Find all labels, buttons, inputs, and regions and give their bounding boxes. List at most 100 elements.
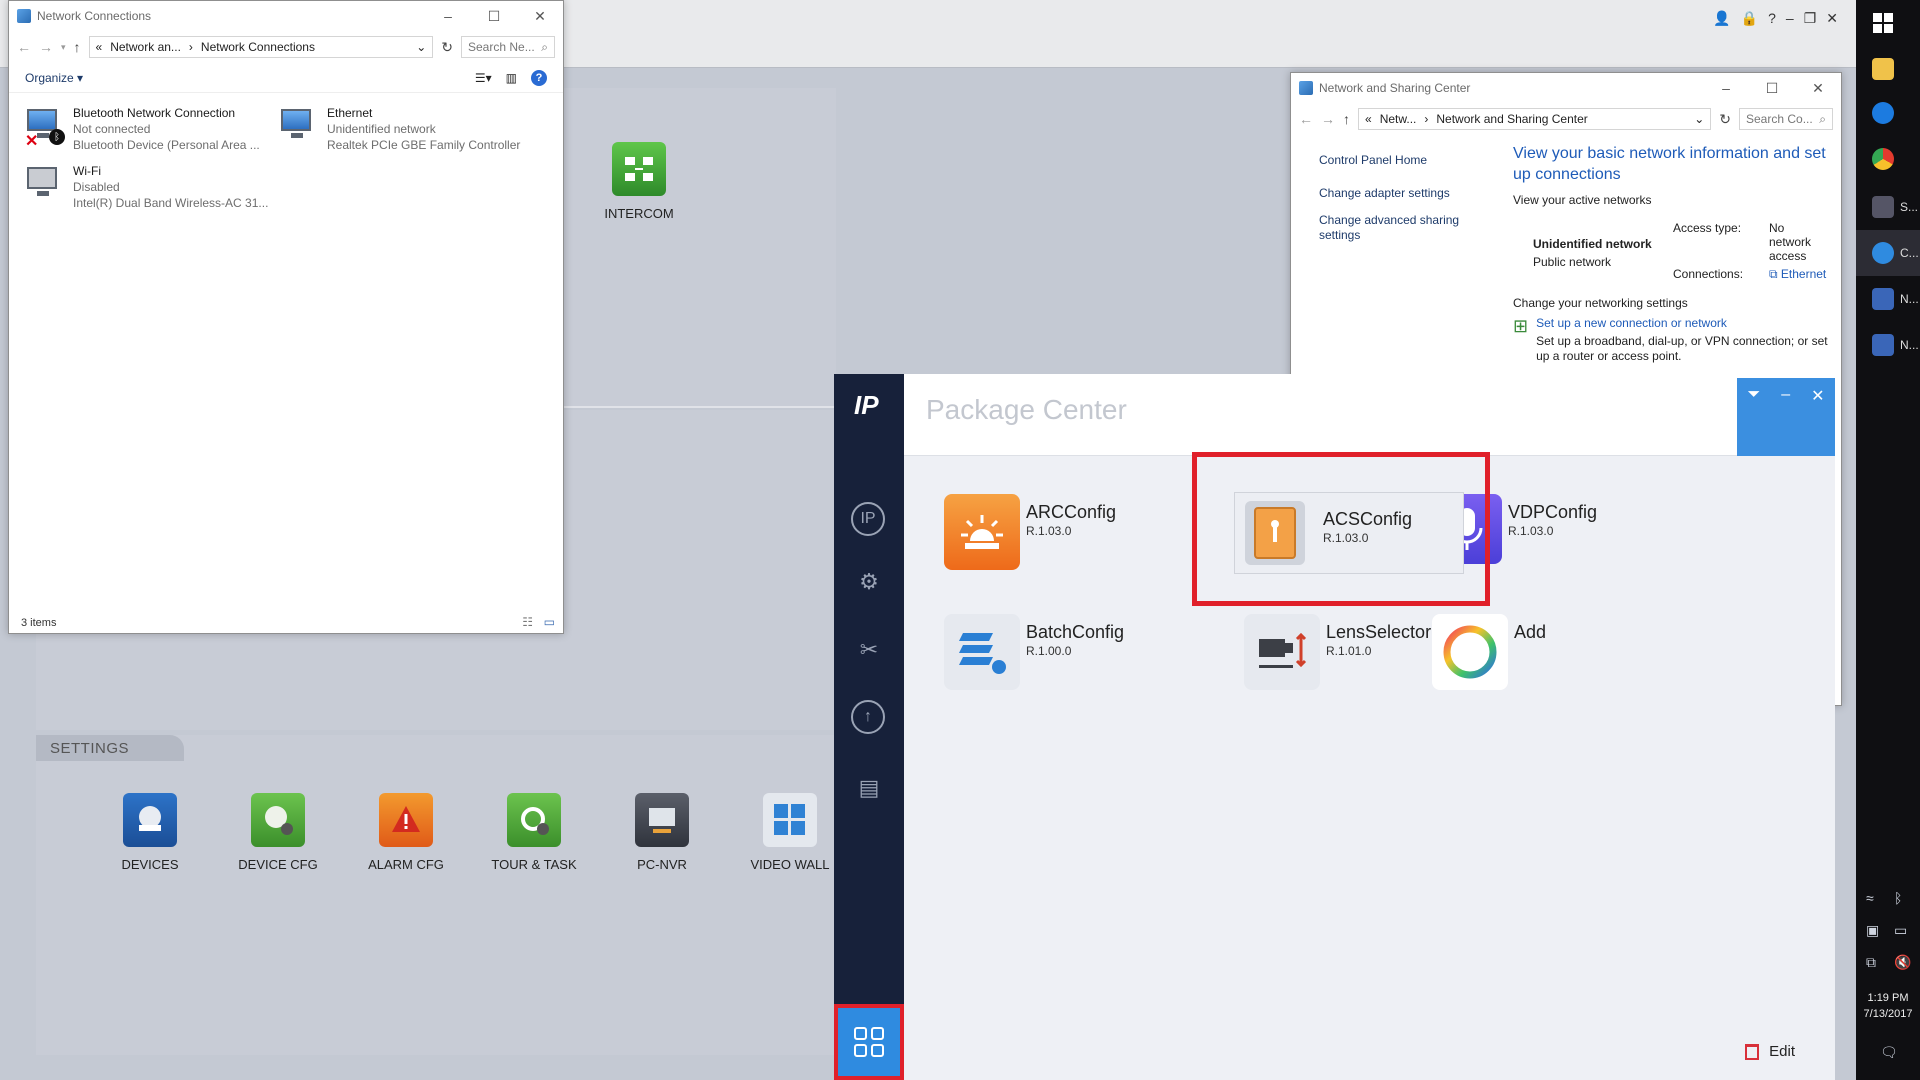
address-row: ← → ↑ « Netw... › Network and Sharing Ce… (1291, 103, 1841, 135)
left-nav: Control Panel Home Change adapter settin… (1319, 153, 1489, 255)
system-clock[interactable]: 1:19 PM 7/13/2017 (1856, 990, 1920, 1022)
upgrade-icon[interactable]: ↑ (851, 700, 885, 734)
package-lensselector[interactable]: LensSelector R.1.01.0 (1244, 614, 1431, 690)
chevron-down-icon[interactable]: ⌄ (1694, 112, 1704, 126)
volume-muted-icon[interactable]: 🔇 (1894, 954, 1911, 971)
taskbar-file-explorer[interactable] (1856, 46, 1920, 92)
refresh-icon[interactable]: ↻ (441, 39, 453, 56)
document-icon[interactable]: ▤ (851, 770, 887, 806)
taskbar-item-4[interactable]: N... (1856, 322, 1920, 368)
package-add[interactable]: Add (1432, 614, 1546, 690)
chevron-down-icon[interactable]: ⌄ (416, 40, 426, 54)
search-input[interactable]: Search Co... ⌕ (1739, 108, 1833, 130)
setup-connection-link[interactable]: Set up a new connection or network (1536, 316, 1833, 330)
restore-icon[interactable]: ❐ (1804, 10, 1817, 27)
connection-bluetooth[interactable]: ✕ ᛒ Bluetooth Network Connection Not conn… (23, 105, 273, 153)
back-icon[interactable]: ← (17, 39, 31, 55)
close-button[interactable]: ✕ (517, 8, 563, 25)
up-icon[interactable]: ↑ (74, 39, 81, 55)
close-icon[interactable]: ✕ (1826, 10, 1838, 27)
package-arcconfig[interactable]: ARCConfig R.1.03.0 (944, 494, 1116, 570)
breadcrumb-part1[interactable]: Netw... (1380, 112, 1417, 126)
settings-header: SETTINGS (36, 735, 184, 761)
large-icons-view-icon[interactable]: ▭ (544, 615, 555, 629)
link-change-adapter-settings[interactable]: Change adapter settings (1319, 186, 1489, 201)
ethernet-tray-icon[interactable]: ⧉ (1866, 954, 1876, 971)
package-center-button[interactable] (834, 1004, 904, 1080)
help-icon[interactable]: ? (1768, 10, 1776, 27)
alarm-light-icon (944, 494, 1020, 570)
title-bar[interactable]: Network and Sharing Center – ☐ ✕ (1291, 73, 1841, 103)
link-change-advanced-sharing[interactable]: Change advanced sharing settings (1319, 213, 1489, 243)
address-bar[interactable]: « Netw... › Network and Sharing Center ⌄ (1358, 108, 1712, 130)
preview-pane-icon[interactable]: ▥ (506, 71, 517, 85)
connection-wifi[interactable]: Wi-Fi Disabled Intel(R) Dual Band Wirele… (23, 163, 273, 211)
ip-config-icon[interactable]: IP (851, 502, 885, 536)
refresh-icon[interactable]: ↻ (1719, 111, 1731, 128)
minimize-button[interactable]: – (425, 8, 471, 25)
settings-item-devices[interactable]: DEVICES (86, 793, 214, 872)
settings-item-device-cfg[interactable]: DEVICE CFG (214, 793, 342, 872)
breadcrumb-part2[interactable]: Network and Sharing Center (1436, 112, 1587, 126)
nsc-main: View your basic network information and … (1513, 143, 1833, 364)
lock-icon[interactable]: 🔒 (1741, 10, 1758, 27)
action-center-icon[interactable]: 🗨 (1880, 1044, 1898, 1061)
package-name: VDPConfig (1508, 502, 1598, 522)
taskbar-edge[interactable] (1856, 90, 1920, 136)
network-adapter-icon (277, 105, 319, 145)
connection-status: Disabled (73, 180, 120, 194)
clock-time: 1:19 PM (1867, 992, 1909, 1004)
close-button[interactable]: ✕ (1811, 386, 1824, 406)
bluetooth-tray-icon[interactable]: ᛒ (1894, 890, 1902, 906)
tray-network-icon[interactable]: ≈ (1866, 890, 1874, 906)
taskbar-item-1[interactable]: S... (1856, 184, 1920, 230)
view-options-icon[interactable]: ☰▾ (475, 71, 492, 85)
start-button[interactable] (1856, 0, 1920, 46)
minimize-icon[interactable]: – (1786, 10, 1794, 27)
user-icon[interactable]: 👤 (1713, 10, 1730, 27)
taskbar-chrome[interactable] (1856, 136, 1920, 182)
back-icon[interactable]: ← (1299, 111, 1313, 127)
connection-name: Bluetooth Network Connection (73, 106, 236, 120)
tools-icon[interactable]: ✂ (851, 632, 887, 668)
settings-item-pc-nvr[interactable]: PC-NVR (598, 793, 726, 872)
maximize-button[interactable]: ☐ (471, 8, 517, 25)
details-view-icon[interactable]: ☷ (522, 615, 533, 629)
link-control-panel-home[interactable]: Control Panel Home (1319, 153, 1489, 168)
forward-icon[interactable]: → (39, 39, 53, 55)
connection-ethernet[interactable]: Ethernet Unidentified network Realtek PC… (277, 105, 527, 153)
title-bar[interactable]: Network Connections – ☐ ✕ (9, 1, 563, 31)
edit-button[interactable]: Edit (1745, 1043, 1795, 1060)
maximize-button[interactable]: ☐ (1749, 80, 1795, 97)
up-icon[interactable]: ↑ (1343, 111, 1350, 127)
dropdown-icon[interactable]: ⏷ (1747, 386, 1760, 404)
bluetooth-icon: ᛒ (49, 129, 65, 145)
network-type[interactable]: Public network (1533, 255, 1673, 269)
package-batchconfig[interactable]: BatchConfig R.1.00.0 (944, 614, 1124, 690)
recent-dropdown-icon[interactable]: ▾ (61, 42, 66, 53)
search-input[interactable]: Search Ne... ⌕ (461, 36, 555, 58)
tray-device-icon[interactable]: ▣ (1866, 922, 1879, 939)
settings-item-alarm-cfg[interactable]: ALARM CFG (342, 793, 470, 872)
breadcrumb-part2[interactable]: Network Connections (201, 40, 315, 54)
minimize-button[interactable]: – (1703, 80, 1749, 97)
breadcrumb-part1[interactable]: Network an... (110, 40, 181, 54)
help-icon[interactable]: ? (531, 69, 547, 86)
close-button[interactable]: ✕ (1795, 80, 1841, 97)
status-bar-text: 3 items (21, 617, 57, 629)
taskbar-item-3[interactable]: N... (1856, 276, 1920, 322)
forward-icon[interactable]: → (1321, 111, 1335, 127)
address-bar[interactable]: « Network an... › Network Connections ⌄ (88, 36, 434, 58)
package-version: R.1.01.0 (1326, 644, 1372, 658)
organize-menu[interactable]: Organize ▾ (25, 71, 83, 85)
battery-icon[interactable]: ▭ (1894, 922, 1907, 939)
camera-settings-icon[interactable]: ⚙ (851, 564, 887, 600)
connections-ethernet-link[interactable]: ⧉ Ethernet (1769, 267, 1829, 282)
intercom-module[interactable]: INTERCOM (594, 142, 684, 221)
taskbar-item-2[interactable]: C... (1856, 230, 1920, 276)
settings-item-tour-task[interactable]: TOUR & TASK (470, 793, 598, 872)
network-sharing-icon (1299, 81, 1313, 95)
package-acsconfig[interactable]: ACSConfig R.1.03.0 (1234, 492, 1464, 574)
package-name: ARCConfig (1026, 502, 1117, 522)
minimize-button[interactable]: – (1781, 386, 1790, 404)
